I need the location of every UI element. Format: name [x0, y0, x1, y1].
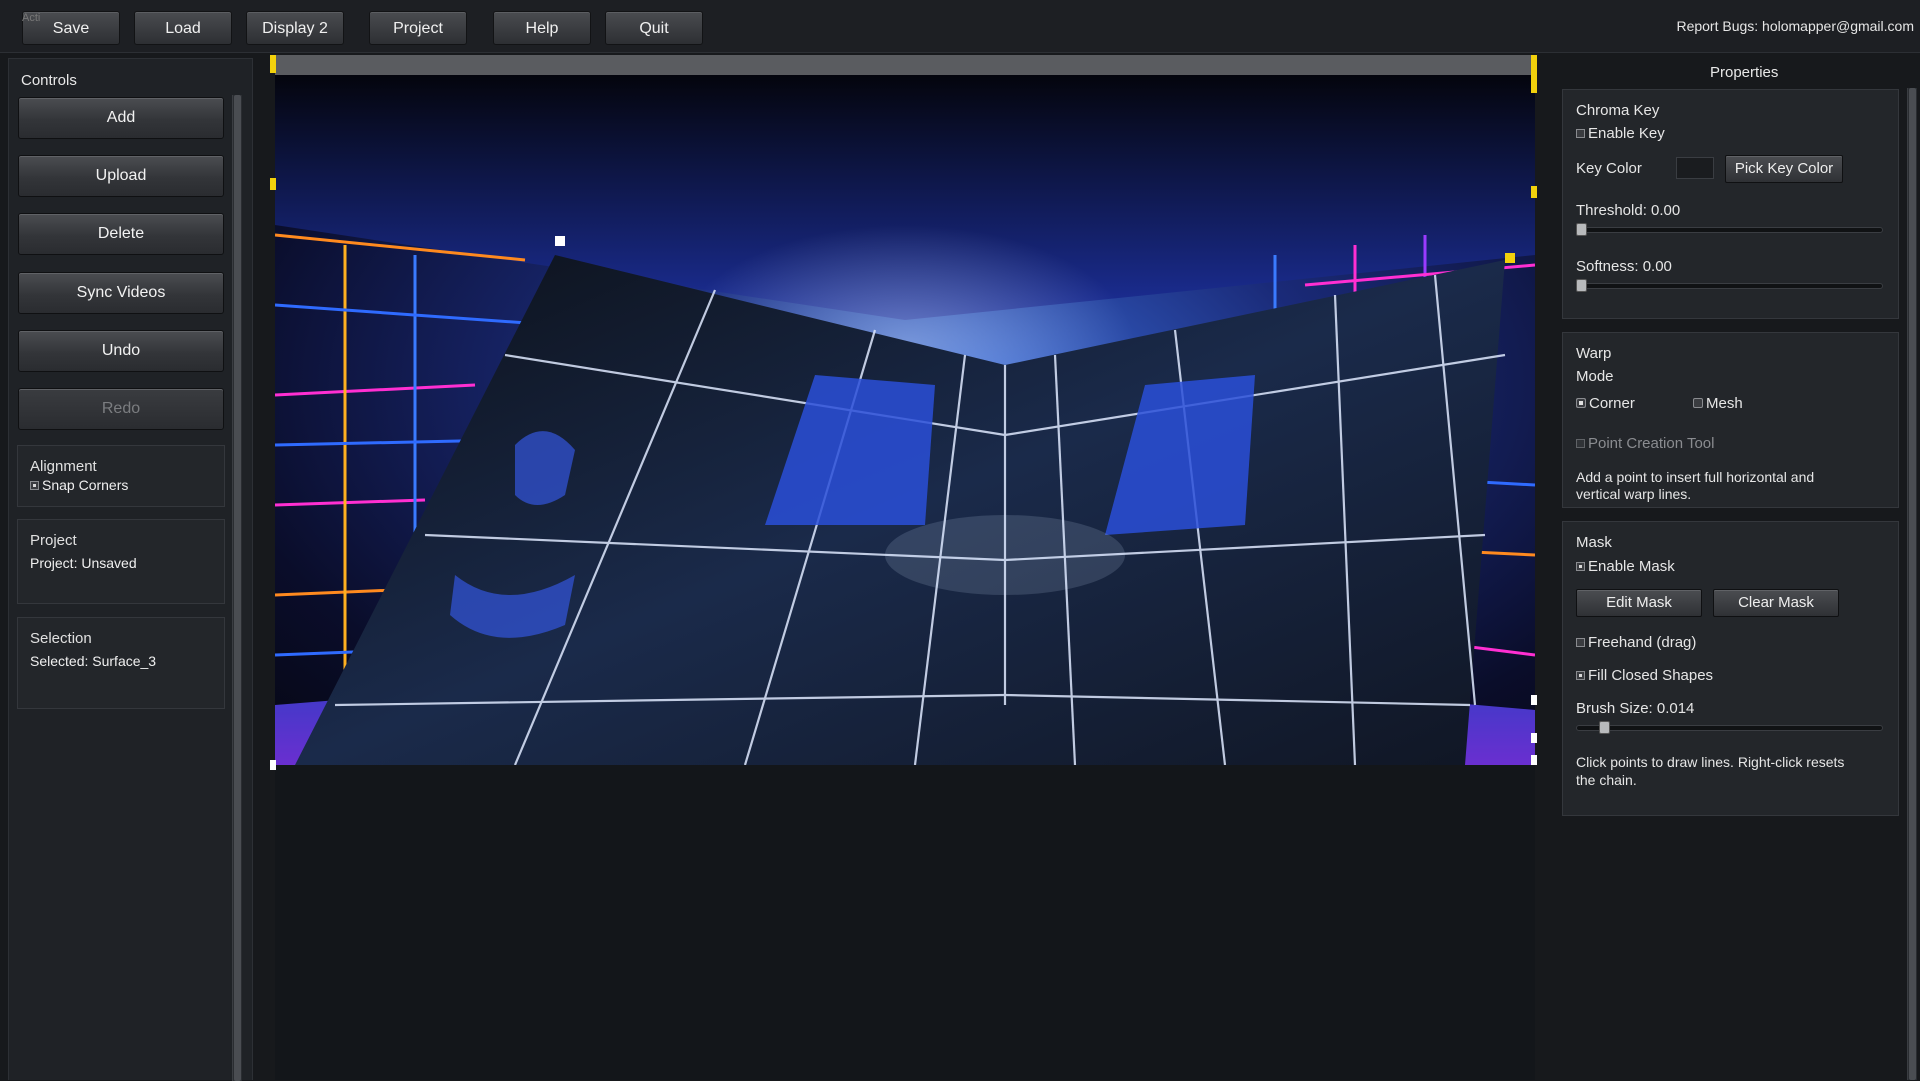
clear-mask-button[interactable]: Clear Mask	[1713, 589, 1839, 617]
warp-title: Warp	[1576, 345, 1612, 362]
radio-icon	[1693, 398, 1703, 408]
softness-slider-knob[interactable]	[1576, 279, 1587, 292]
threshold-slider-knob[interactable]	[1576, 223, 1587, 236]
enable-mask-checkbox[interactable]: Enable Mask	[1576, 558, 1675, 575]
controls-scrollbar[interactable]	[232, 95, 242, 1081]
mask-group: Mask Enable Mask Edit Mask Clear Mask Fr…	[1562, 521, 1899, 816]
freehand-checkbox[interactable]: Freehand (drag)	[1576, 634, 1696, 651]
checkbox-icon	[30, 481, 39, 490]
project-title: Project	[30, 532, 77, 549]
fill-closed-shapes-checkbox[interactable]: Fill Closed Shapes	[1576, 667, 1713, 684]
enable-mask-label: Enable Mask	[1588, 558, 1675, 575]
warp-group: Warp Mode Corner Mesh Point Creation Too…	[1562, 332, 1899, 508]
surface-highlight	[885, 515, 1125, 595]
selection-group: Selection Selected: Surface_3	[17, 617, 225, 709]
softness-label: Softness: 0.00	[1576, 258, 1672, 275]
mask-hint-line-1: Click points to draw lines. Right-click …	[1576, 754, 1845, 770]
selection-title: Selection	[30, 630, 92, 647]
upload-button[interactable]: Upload	[18, 155, 224, 197]
mesh-mode-radio[interactable]: Mesh	[1693, 395, 1743, 412]
scrollbar-thumb[interactable]	[234, 95, 241, 1081]
warp-mode-label: Mode	[1576, 368, 1614, 385]
alignment-title: Alignment	[30, 458, 97, 475]
report-bugs-text: Report Bugs: holomapper@gmail.com	[1676, 18, 1914, 34]
frame-handle-left-mid[interactable]	[270, 178, 276, 190]
controls-title: Controls	[21, 72, 77, 89]
checkbox-icon	[1576, 671, 1585, 680]
brush-size-slider[interactable]	[1576, 725, 1883, 731]
properties-scrollbar[interactable]	[1907, 88, 1917, 1080]
controls-panel: Controls Add Upload Delete Sync Videos U…	[8, 58, 253, 1081]
alignment-group: Alignment Snap Corners	[17, 445, 225, 507]
redo-button[interactable]: Redo	[18, 388, 224, 430]
projection-viewport[interactable]	[270, 55, 1537, 1080]
checkbox-icon	[1576, 439, 1585, 448]
checkbox-icon	[1576, 129, 1585, 138]
frame-handle-top-left[interactable]	[270, 55, 276, 73]
selected-surface: Selected: Surface_3	[30, 653, 157, 669]
frame-handle-bottom-right[interactable]	[1531, 755, 1537, 765]
enable-key-label: Enable Key	[1588, 125, 1665, 142]
corner-mode-radio[interactable]: Corner	[1576, 395, 1635, 412]
fill-closed-shapes-label: Fill Closed Shapes	[1588, 667, 1714, 684]
frame-handle-bottom-left[interactable]	[270, 760, 276, 770]
frame-handle-top-right[interactable]	[1531, 55, 1537, 93]
corner-mode-label: Corner	[1589, 395, 1635, 412]
snap-corners-checkbox[interactable]: Snap Corners	[30, 477, 128, 493]
mask-title: Mask	[1576, 534, 1612, 551]
display-2-button[interactable]: Display 2	[246, 11, 344, 45]
softness-slider[interactable]	[1576, 283, 1883, 289]
key-color-swatch[interactable]	[1676, 157, 1714, 179]
frame-handle-right-lower[interactable]	[1531, 733, 1537, 743]
point-creation-tool-label: Point Creation Tool	[1588, 435, 1715, 452]
freehand-label: Freehand (drag)	[1588, 634, 1697, 651]
project-group: Project Project: Unsaved	[17, 519, 225, 604]
edit-mask-button[interactable]: Edit Mask	[1576, 589, 1702, 617]
sync-videos-button[interactable]: Sync Videos	[18, 272, 224, 314]
projection-preview[interactable]	[275, 55, 1535, 765]
key-color-label: Key Color	[1576, 160, 1642, 177]
checkbox-icon	[1576, 562, 1585, 571]
delete-button[interactable]: Delete	[18, 213, 224, 255]
properties-title: Properties	[1710, 64, 1779, 81]
checkbox-icon	[1576, 638, 1585, 647]
toolbar-ghost-label: Acti	[22, 12, 41, 24]
warp-hint-line-2: vertical warp lines.	[1576, 486, 1692, 502]
brush-size-slider-knob[interactable]	[1599, 721, 1610, 734]
project-button[interactable]: Project	[369, 11, 467, 45]
warp-hint-line-1: Add a point to insert full horizontal an…	[1576, 469, 1815, 485]
properties-panel: Properties Chroma Key Enable Key Key Col…	[1555, 58, 1920, 1080]
quit-button[interactable]: Quit	[605, 11, 703, 45]
add-button[interactable]: Add	[18, 97, 224, 139]
frame-handle-right-low[interactable]	[1531, 695, 1537, 705]
top-toolbar: Save Acti Load Display 2 Project Help Qu…	[0, 0, 1920, 53]
canvas-top-strip	[275, 55, 1535, 75]
brush-size-label: Brush Size: 0.014	[1576, 700, 1695, 717]
threshold-slider[interactable]	[1576, 227, 1883, 233]
scrollbar-thumb[interactable]	[1909, 88, 1916, 1080]
project-status: Project: Unsaved	[30, 555, 137, 571]
help-button[interactable]: Help	[493, 11, 591, 45]
pick-key-color-button[interactable]: Pick Key Color	[1725, 155, 1843, 183]
surface-corner-handle-top-right[interactable]	[1505, 253, 1515, 263]
undo-button[interactable]: Undo	[18, 330, 224, 372]
load-button[interactable]: Load	[134, 11, 232, 45]
snap-corners-label: Snap Corners	[42, 477, 129, 493]
chroma-key-group: Chroma Key Enable Key Key Color Pick Key…	[1562, 89, 1899, 319]
point-creation-tool-checkbox[interactable]: Point Creation Tool	[1576, 435, 1714, 452]
mesh-mode-label: Mesh	[1706, 395, 1743, 412]
enable-key-checkbox[interactable]: Enable Key	[1576, 125, 1665, 142]
surface-corner-handle-top-left[interactable]	[555, 236, 565, 246]
frame-handle-right-mid[interactable]	[1531, 186, 1537, 198]
radio-icon	[1576, 398, 1586, 408]
mask-hint-line-2: the chain.	[1576, 772, 1637, 788]
threshold-label: Threshold: 0.00	[1576, 202, 1681, 219]
chroma-key-title: Chroma Key	[1576, 102, 1660, 119]
